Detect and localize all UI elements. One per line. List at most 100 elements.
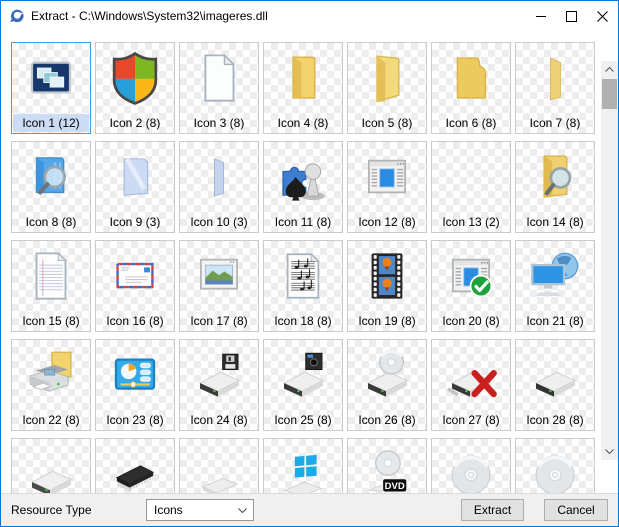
folder-closed-icon [264,45,342,111]
caption-buttons [525,1,618,31]
icon-cell[interactable]: Icon 26 (8) [347,339,427,431]
scroll-up-icon[interactable] [601,61,618,78]
icon-cell[interactable]: Icon 5 (8) [347,42,427,134]
icon-cell[interactable]: Icon 9 (3) [95,141,175,233]
folder-translucent-icon [96,144,174,210]
external-drive-icon [12,441,90,493]
icon-grid: Icon 1 (12) Icon 2 (8) Icon 3 (8) Icon 4… [11,42,595,493]
icon-cell[interactable] [95,438,175,493]
scroll-down-icon[interactable] [601,443,618,460]
icon-cell-label: Icon 14 (8) [526,215,584,229]
icon-cell[interactable]: Icon 3 (8) [179,42,259,134]
icon-cell[interactable]: Icon 23 (8) [95,339,175,431]
extract-button[interactable]: Extract [461,499,524,521]
chevron-down-icon [238,508,247,513]
icon-cell-label: Icon 25 (8) [274,413,332,427]
icon-cell[interactable]: Icon 4 (8) [263,42,343,134]
icon-cell[interactable]: Icon 11 (8) [263,141,343,233]
printer-folder-icon [12,342,90,408]
icon-cell-label: Icon 3 (8) [193,116,245,130]
sheet-music-icon [264,243,342,309]
icon-cell[interactable] [179,438,259,493]
icon-cell-label: Icon 19 (8) [358,314,416,328]
picture-window-icon [180,243,258,309]
cd-disc-icon [432,441,510,493]
icon-cell[interactable]: Icon 28 (8) [515,339,595,431]
text-document-icon [12,243,90,309]
vertical-scrollbar[interactable] [601,61,618,460]
title-bar[interactable]: Extract - C:\Windows\System32\imageres.d… [1,1,618,31]
folder-open-icon [348,45,426,111]
icon-cell-label: Icon 23 (8) [106,413,164,427]
icon-cell[interactable]: Icon 17 (8) [179,240,259,332]
icon-cell-label: Icon 1 (12) [13,114,89,132]
icon-cell-label: Icon 21 (8) [526,314,584,328]
icon-cell-label: Icon 4 (8) [277,116,329,130]
icon-cell-label: Icon 16 (8) [106,314,164,328]
icon-cell[interactable]: Icon 15 (8) [11,240,91,332]
icon-cell-label: Icon 13 (2) [442,215,500,229]
games-icon [264,144,342,210]
empty-icon [432,144,510,210]
icon-cell-label: Icon 28 (8) [526,413,584,427]
icon-cell[interactable] [263,438,343,493]
icon-cell[interactable]: DVD [347,438,427,493]
close-icon[interactable] [587,1,618,31]
cancel-button[interactable]: Cancel [544,499,608,521]
extract-dialog-window: Extract - C:\Windows\System32\imageres.d… [0,0,619,527]
drive-error-icon [432,342,510,408]
resource-type-label: Resource Type [11,503,92,517]
icon-cell[interactable]: Icon 25 (8) [263,339,343,431]
icon-cell-label: Icon 11 (8) [274,215,332,229]
app-logo-icon [9,8,25,24]
svg-text:DVD: DVD [385,481,405,492]
icon-cell-label: Icon 22 (8) [22,413,80,427]
icon-cell[interactable]: Icon 22 (8) [11,339,91,431]
icon-cell-label: Icon 24 (8) [190,413,248,427]
icon-cell[interactable]: Icon 27 (8) [431,339,511,431]
icon-cell[interactable]: Icon 21 (8) [515,240,595,332]
icon-cell[interactable]: Icon 19 (8) [347,240,427,332]
icon-cell-label: Icon 15 (8) [22,314,80,328]
footer-bar: Resource Type Icons Extract Cancel [1,493,618,526]
icon-cell-label: Icon 26 (8) [358,413,416,427]
icon-cell[interactable]: Icon 13 (2) [431,141,511,233]
resource-type-value: Icons [154,503,183,517]
icon-cell[interactable]: Icon 10 (3) [179,141,259,233]
icon-cell-label: Icon 5 (8) [361,116,413,130]
icon-cell[interactable]: Icon 12 (8) [347,141,427,233]
windows-drive-icon [264,441,342,493]
icon-cell-label: Icon 2 (8) [109,116,161,130]
cd-disc-icon [516,441,594,493]
scrollbar-thumb[interactable] [602,79,617,109]
icon-cell[interactable]: Icon 14 (8) [515,141,595,233]
minimize-icon[interactable] [525,1,556,31]
icon-cell[interactable] [431,438,511,493]
maximize-icon[interactable] [556,1,587,31]
icon-cell[interactable]: Icon 24 (8) [179,339,259,431]
icon-cell-label: Icon 10 (3) [190,215,248,229]
folder-front-icon [432,45,510,111]
icon-list-area: Icon 1 (12) Icon 2 (8) Icon 3 (8) Icon 4… [1,31,618,493]
icon-cell[interactable]: Icon 8 (8) [11,141,91,233]
icon-cell[interactable]: Icon 18 (8) [263,240,343,332]
icon-cell[interactable]: Icon 16 (8) [95,240,175,332]
icon-cell[interactable]: Icon 1 (12) [11,42,91,134]
app-window-icon [348,144,426,210]
icon-cell[interactable]: Icon 7 (8) [515,42,595,134]
icon-cell[interactable]: Icon 2 (8) [95,42,175,134]
search-folder-blue-icon [12,144,90,210]
security-shield-icon [96,45,174,111]
icon-cell-label: Icon 20 (8) [442,314,500,328]
icon-cell-label: Icon 7 (8) [529,116,581,130]
icon-cell[interactable]: Icon 20 (8) [431,240,511,332]
icon-cell[interactable]: Icon 6 (8) [431,42,511,134]
dvd-drive-icon: DVD [348,441,426,493]
icon-cell[interactable] [515,438,595,493]
computer-globe-icon [516,243,594,309]
icon-cell[interactable] [11,438,91,493]
film-strip-icon [348,243,426,309]
resource-type-select[interactable]: Icons [146,499,254,521]
window-title: Extract - C:\Windows\System32\imageres.d… [31,9,268,23]
folder-side-icon [516,45,594,111]
